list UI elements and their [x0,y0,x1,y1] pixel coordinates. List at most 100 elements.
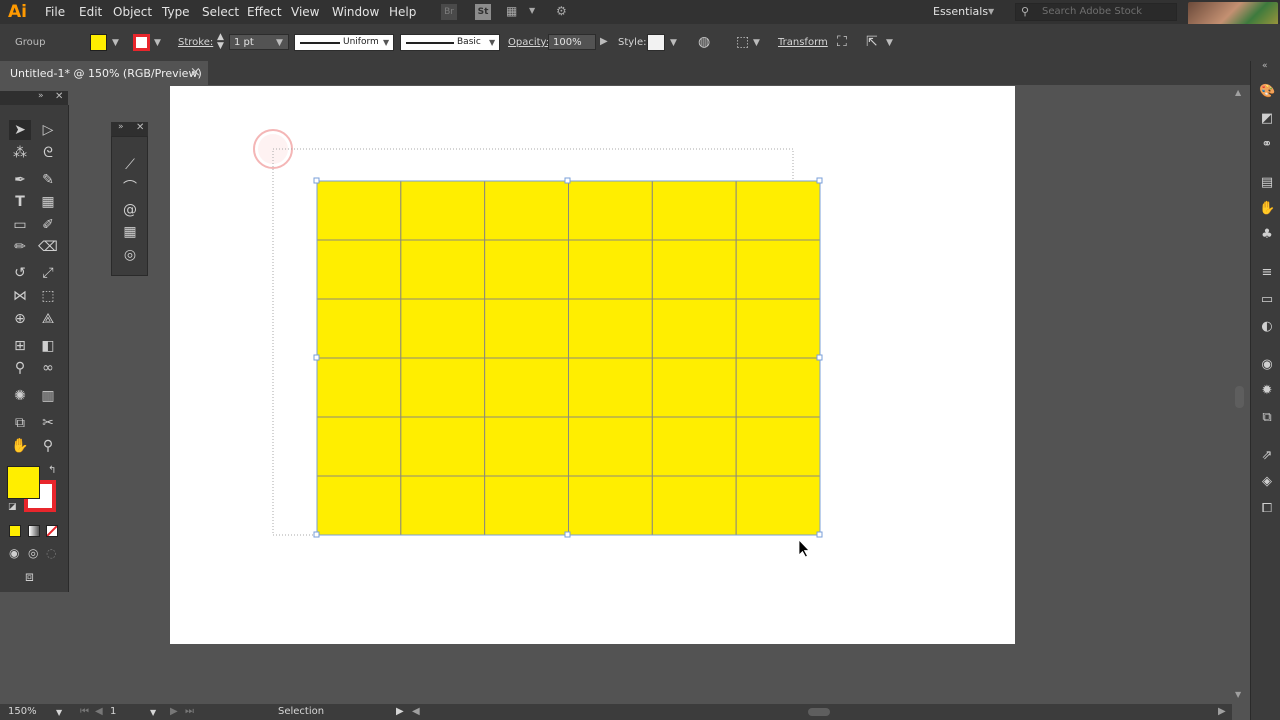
yellow-grid-group[interactable] [316,180,821,536]
gradient-tool-icon[interactable]: ◧ [37,336,59,356]
draw-inside-icon[interactable]: ◌ [46,546,56,560]
blend-tool-icon[interactable]: ∞ [37,358,59,378]
close-icon[interactable]: ✕ [55,91,63,102]
chevron-down-icon[interactable]: ▼ [150,708,156,717]
grid-cell[interactable] [651,180,737,241]
first-artboard-icon[interactable]: ⏮ [80,706,89,717]
gradient-panel-icon[interactable]: ▭ [1259,292,1275,308]
grid-cell[interactable] [568,357,653,418]
swatches-icon[interactable]: ▤ [1259,175,1275,191]
screen-mode-icon[interactable]: ⧈ [25,569,34,585]
grid-cell[interactable] [735,180,821,241]
grid-cell[interactable] [316,180,402,241]
transparency-icon[interactable]: ◐ [1259,319,1275,335]
expand-panel-icon[interactable]: » [118,122,124,132]
grid-cell[interactable] [735,416,821,477]
grid-cell[interactable] [400,475,486,536]
grid-cell[interactable] [651,416,737,477]
artboards-icon[interactable]: ⧠ [1259,501,1275,517]
type-tool-icon[interactable]: T [9,192,31,212]
tools-panel-header[interactable]: » ✕ [0,91,68,105]
color-mode-icon[interactable] [9,525,21,537]
brushes-icon[interactable]: ✋ [1259,201,1275,217]
grid-cell[interactable] [400,180,486,241]
grid-tool-icon[interactable]: ▦ [37,192,59,212]
grid-cell[interactable] [735,298,821,359]
slice-tool-icon[interactable]: ✂ [37,413,59,433]
default-fill-stroke-icon[interactable]: ◪ [8,502,17,512]
grid-cell[interactable] [568,475,653,536]
free-transform-tool-icon[interactable]: ⬚ [37,286,59,306]
export-icon[interactable]: ⇗ [1259,448,1275,464]
draw-normal-icon[interactable]: ◉ [9,546,19,560]
curvature-tool-icon[interactable]: ✎ [37,170,59,190]
magic-wand-tool-icon[interactable]: ⁂ [9,143,31,163]
grid-cell[interactable] [735,357,821,418]
scroll-up-icon[interactable]: ▲ [1235,88,1241,97]
zoom-tool-icon[interactable]: ⚲ [37,436,59,456]
rectangle-tool-icon[interactable]: ▭ [9,215,31,235]
eyedropper-tool-icon[interactable]: ⚲ [9,358,31,378]
grid-cell[interactable] [651,239,737,300]
grid-cell[interactable] [316,298,402,359]
grid-cell[interactable] [484,180,569,241]
selection-tool-icon[interactable]: ➤ [9,120,31,140]
eraser-tool-icon[interactable]: ⌫ [37,237,59,257]
perspective-grid-tool-icon[interactable]: ⟁ [37,309,59,329]
scroll-left-icon[interactable]: ◀ [412,706,420,717]
direct-selection-tool-icon[interactable]: ▷ [37,120,59,140]
next-artboard-icon[interactable]: ▶ [170,706,178,717]
last-artboard-icon[interactable]: ⏭ [185,706,194,717]
pencil-tool-icon[interactable]: ✏ [9,237,31,257]
close-icon[interactable]: ✕ [136,122,144,133]
gradient-mode-icon[interactable] [28,525,40,537]
scroll-right-icon[interactable]: ▶ [1218,706,1226,717]
grid-cell[interactable] [484,475,569,536]
libraries-icon[interactable]: ⚭ [1259,137,1275,153]
floating-panel-header[interactable]: » ✕ [111,122,148,136]
grid-cell[interactable] [568,239,653,300]
hand-tool-icon[interactable]: ✋ [9,436,31,456]
grid-cell[interactable] [400,239,486,300]
horizontal-scroll-thumb[interactable] [808,708,830,716]
asset-export-icon[interactable]: ⧉ [1259,410,1275,426]
grid-cell[interactable] [568,298,653,359]
appearance-icon[interactable]: ◉ [1259,357,1275,373]
grid-cell[interactable] [651,475,737,536]
grid-cell[interactable] [400,357,486,418]
none-mode-icon[interactable] [46,525,58,537]
grid-cell[interactable] [484,357,569,418]
column-graph-tool-icon[interactable]: ▥ [37,386,59,406]
grid-cell[interactable] [484,416,569,477]
grid-cell[interactable] [316,239,402,300]
width-tool-icon[interactable]: ⋈ [9,286,31,306]
scroll-down-icon[interactable]: ▼ [1235,690,1241,699]
arc-tool-icon[interactable]: ⌒ [119,178,141,198]
status-menu-arrow-icon[interactable]: ▶ [396,706,404,717]
swap-fill-stroke-icon[interactable]: ↰ [48,465,56,476]
grid-cell[interactable] [400,298,486,359]
grid-cell[interactable] [651,357,737,418]
artboard-tool-icon[interactable]: ⧉ [9,413,31,433]
grid-cell[interactable] [568,180,653,241]
rotate-tool-icon[interactable]: ↺ [9,263,31,283]
grid-cell[interactable] [735,239,821,300]
layers-icon[interactable]: ◈ [1259,474,1275,490]
lasso-tool-icon[interactable]: ᘓ [37,143,59,163]
grid-cell[interactable] [735,475,821,536]
stroke-panel-icon[interactable]: ≡ [1259,265,1275,281]
grid-cell[interactable] [316,475,402,536]
grid-cell[interactable] [484,298,569,359]
grid-cell[interactable] [400,416,486,477]
polar-grid-tool-icon[interactable]: ◎ [119,245,141,265]
grid-cell[interactable] [484,239,569,300]
grid-cell[interactable] [651,298,737,359]
mesh-tool-icon[interactable]: ⊞ [9,336,31,356]
pen-tool-icon[interactable]: ✒ [9,170,31,190]
collapse-panel-icon[interactable]: « [1262,61,1268,71]
draw-behind-icon[interactable]: ◎ [28,546,38,560]
chevron-down-icon[interactable]: ▼ [56,708,62,717]
grid-cell[interactable] [316,416,402,477]
grid-cell[interactable] [316,357,402,418]
artboard-number-field[interactable]: 1 [110,706,116,717]
